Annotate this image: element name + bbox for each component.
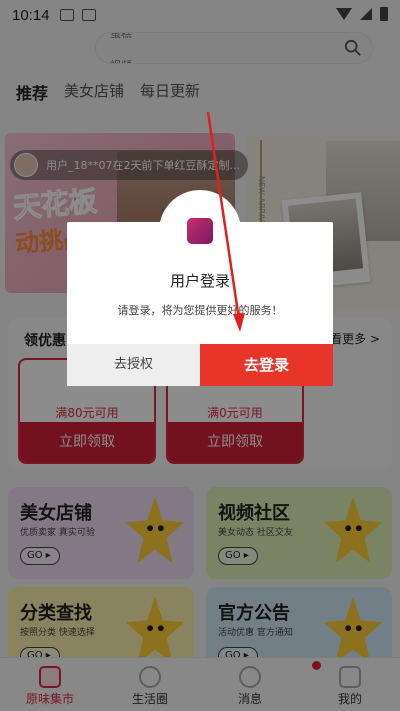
dialog-message: 请登录，将为您提供更好的服务！ (117, 304, 283, 317)
app-screen: 10:14 蛋糕 视频 推荐 美女店铺 每日更新 天花板 动挑战 NEW ARR… (0, 0, 400, 711)
dialog-logo-wrap (159, 190, 241, 272)
login-button[interactable]: 去登录 (200, 344, 333, 386)
login-dialog: 用户登录 请登录，将为您提供更好的服务！ 去授权 去登录 (67, 190, 333, 386)
app-logo-icon (187, 218, 213, 244)
authorize-button[interactable]: 去授权 (67, 344, 200, 386)
dialog-title: 用户登录 (169, 272, 230, 290)
